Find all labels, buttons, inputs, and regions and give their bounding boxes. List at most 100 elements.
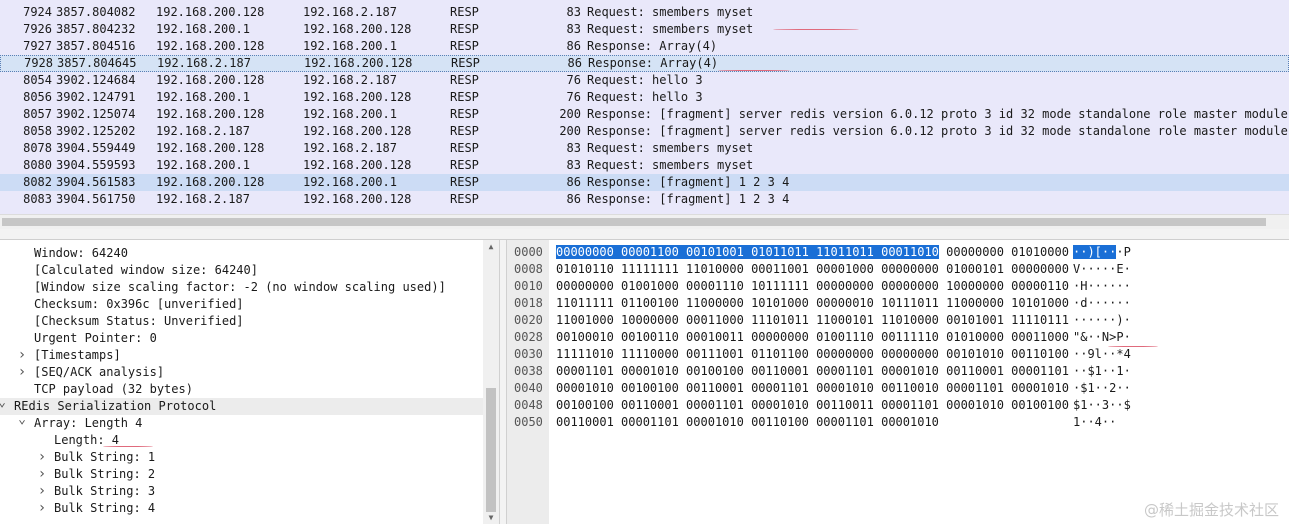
- chevron-right-icon[interactable]: ›: [37, 466, 47, 483]
- packet-length: 83: [566, 141, 581, 155]
- packet-protocol: RESP: [450, 158, 479, 172]
- byte-ascii[interactable]: ·H······: [1073, 278, 1131, 295]
- tree-row[interactable]: › Bulk String: 3: [0, 483, 483, 500]
- byte-bits[interactable]: 00001101 00001010 00100100 00110001 0000…: [556, 363, 1069, 380]
- packet-row[interactable]: 7927 3857.804516 192.168.200.128 192.168.20…: [0, 38, 1289, 55]
- chevron-right-icon[interactable]: ›: [37, 449, 47, 466]
- byte-ascii[interactable]: 1··4··: [1073, 414, 1116, 431]
- packet-row[interactable]: 8080 3904.559593 192.168.200.1 192.168.200.…: [0, 157, 1289, 174]
- chevron-down-icon[interactable]: ⌄: [17, 411, 27, 428]
- tree-row[interactable]: ⌄ Array: Length 4: [0, 412, 483, 432]
- byte-ascii[interactable]: ··9l··*4: [1073, 346, 1131, 363]
- byte-row[interactable]: 0040 00001010 00100100 00110001 00001101 …: [507, 380, 1289, 397]
- packet-row[interactable]: 7926 3857.804232 192.168.200.1 192.168.200.…: [0, 21, 1289, 38]
- byte-row[interactable]: 0028 00100010 00100110 00010011 00000000 …: [507, 329, 1289, 346]
- byte-ascii[interactable]: ······)·: [1073, 312, 1131, 329]
- packet-length: 200: [559, 107, 581, 121]
- byte-row[interactable]: 0038 00001101 00001010 00100100 00110001 …: [507, 363, 1289, 380]
- vertical-pane-splitter[interactable]: [499, 240, 507, 524]
- pane-splitter[interactable]: [0, 229, 1289, 240]
- chevron-down-icon[interactable]: ⌄: [0, 394, 7, 411]
- tree-row[interactable]: Checksum: 0x396c [unverified]: [0, 296, 483, 313]
- byte-bits[interactable]: 11001000 10000000 00011000 11101011 1100…: [556, 312, 1069, 329]
- byte-row[interactable]: 0048 00100100 00110001 00001101 00001010 …: [507, 397, 1289, 414]
- tree-row[interactable]: › [SEQ/ACK analysis]: [0, 364, 483, 381]
- byte-bits[interactable]: 01010110 11111111 11010000 00011001 0000…: [556, 261, 1069, 278]
- packet-destination: 192.168.200.128: [304, 56, 413, 70]
- packet-destination: 192.168.200.128: [303, 192, 412, 206]
- byte-bits[interactable]: 00110001 00001101 00001010 00110100 0000…: [556, 414, 939, 431]
- packet-row[interactable]: 8057 3902.125074 192.168.200.128 192.168.20…: [0, 106, 1289, 123]
- packet-row[interactable]: 7928 3857.804645 192.168.2.187 192.168.200.…: [0, 55, 1289, 72]
- packet-time: 3902.124791: [56, 90, 136, 104]
- tree-row[interactable]: › [Timestamps]: [0, 347, 483, 364]
- tree-row-label: REdis Serialization Protocol: [14, 399, 217, 413]
- packet-row[interactable]: 8056 3902.124791 192.168.200.1 192.168.200.…: [0, 89, 1289, 106]
- tree-row[interactable]: Urgent Pointer: 0: [0, 330, 483, 347]
- byte-row[interactable]: 0000 00000000 00001100 00101001 01011011 …: [507, 244, 1289, 261]
- byte-bits[interactable]: 00100010 00100110 00010011 00000000 0100…: [556, 329, 1069, 346]
- chevron-right-icon[interactable]: ›: [37, 500, 47, 517]
- byte-ascii[interactable]: ··$1··1·: [1073, 363, 1131, 380]
- scrollbar-thumb[interactable]: [2, 218, 1266, 226]
- tree-row[interactable]: [Calculated window size: 64240]: [0, 262, 483, 279]
- byte-row[interactable]: 0030 11111010 11110000 00111001 01101100 …: [507, 346, 1289, 363]
- tree-row[interactable]: › Bulk String: 2: [0, 466, 483, 483]
- tree-row[interactable]: [Window size scaling factor: -2 (no wind…: [0, 279, 483, 296]
- tree-row[interactable]: TCP payload (32 bytes): [0, 381, 483, 398]
- byte-row[interactable]: 0050 00110001 00001101 00001010 00110100 …: [507, 414, 1289, 431]
- byte-ascii[interactable]: ··)[···P: [1073, 244, 1131, 261]
- packet-list-horizontal-scrollbar[interactable]: [0, 214, 1289, 229]
- tree-row[interactable]: › Bulk String: 1: [0, 449, 483, 466]
- tree-row[interactable]: › Bulk String: 4: [0, 500, 483, 517]
- byte-ascii[interactable]: V·····E·: [1073, 261, 1131, 278]
- packet-row[interactable]: 7924 3857.804082 192.168.200.128 192.168.2.…: [0, 4, 1289, 21]
- byte-ascii[interactable]: ·d······: [1073, 295, 1131, 312]
- byte-row[interactable]: 0018 11011111 01100100 11000000 10101000 …: [507, 295, 1289, 312]
- tree-row-label: Bulk String: 2: [54, 467, 156, 481]
- byte-bits[interactable]: 11011111 01100100 11000000 10101000 0000…: [556, 295, 1069, 312]
- packet-number: 8078: [23, 141, 52, 155]
- bytes-text: 00000000 01010000: [938, 245, 1069, 259]
- packet-row[interactable]: 8082 3904.561583 192.168.200.128 192.168.20…: [0, 174, 1289, 191]
- byte-bits[interactable]: 00000000 00001100 00101001 01011011 1101…: [556, 244, 1069, 261]
- byte-row[interactable]: 0020 11001000 10000000 00011000 11101011 …: [507, 312, 1289, 329]
- scroll-down-arrow-icon[interactable]: ▼: [486, 513, 496, 522]
- byte-row[interactable]: 0008 01010110 11111111 11010000 00011001 …: [507, 261, 1289, 278]
- byte-row[interactable]: 0010 00000000 01001000 00001110 10111111 …: [507, 278, 1289, 295]
- packet-row[interactable]: 8083 3904.561750 192.168.2.187 192.168.200.…: [0, 191, 1289, 208]
- packet-time: 3904.561583: [56, 175, 136, 189]
- chevron-right-icon[interactable]: ›: [17, 364, 27, 381]
- chevron-right-icon[interactable]: ›: [37, 483, 47, 500]
- tree-row-label: Checksum: 0x396c [unverified]: [34, 297, 244, 311]
- packet-source: 192.168.200.128: [156, 175, 265, 189]
- byte-ascii[interactable]: "&··N>P·: [1073, 329, 1131, 346]
- byte-bits[interactable]: 00100100 00110001 00001101 00001010 0011…: [556, 397, 1069, 414]
- byte-bits[interactable]: 11111010 11110000 00111001 01101100 0000…: [556, 346, 1069, 363]
- tree-row[interactable]: Length: 4: [0, 432, 483, 449]
- packet-row[interactable]: 8054 3902.124684 192.168.200.128 192.168.2.…: [0, 72, 1289, 89]
- packet-details-tree: Window: 64240 [Calculated window size: 64…: [0, 240, 499, 524]
- packet-length: 86: [566, 175, 581, 189]
- selected-ascii[interactable]: ··)[··: [1073, 245, 1117, 259]
- packet-protocol: RESP: [450, 22, 479, 36]
- packet-row[interactable]: 8058 3902.125202 192.168.2.187 192.168.200.…: [0, 123, 1289, 140]
- packet-info: Request: hello 3: [587, 73, 703, 87]
- bytes-text: 01010110 11111111 11010000 00011001 0000…: [556, 262, 1069, 276]
- tree-row[interactable]: Window: 64240: [0, 245, 483, 262]
- packet-protocol: RESP: [450, 90, 479, 104]
- scrollbar-thumb[interactable]: [486, 388, 496, 512]
- byte-ascii[interactable]: ·$1··2··: [1073, 380, 1131, 397]
- tree-row[interactable]: [Checksum Status: Unverified]: [0, 313, 483, 330]
- tree-row[interactable]: ⌄ REdis Serialization Protocol: [0, 395, 483, 415]
- chevron-right-icon[interactable]: ›: [17, 347, 27, 364]
- selected-bytes[interactable]: 00000000 00001100 00101001 01011011 1101…: [556, 245, 939, 259]
- packet-row[interactable]: 8078 3904.559449 192.168.200.128 192.168.2.…: [0, 140, 1289, 157]
- scroll-up-arrow-icon[interactable]: ▲: [486, 242, 496, 251]
- packet-length: 200: [559, 124, 581, 138]
- byte-bits[interactable]: 00000000 01001000 00001110 10111111 0000…: [556, 278, 1069, 295]
- details-vertical-scrollbar[interactable]: ▲ ▼: [483, 240, 499, 524]
- byte-ascii[interactable]: $1··3··$: [1073, 397, 1131, 414]
- packet-length: 83: [566, 5, 581, 19]
- byte-bits[interactable]: 00001010 00100100 00110001 00001101 0000…: [556, 380, 1069, 397]
